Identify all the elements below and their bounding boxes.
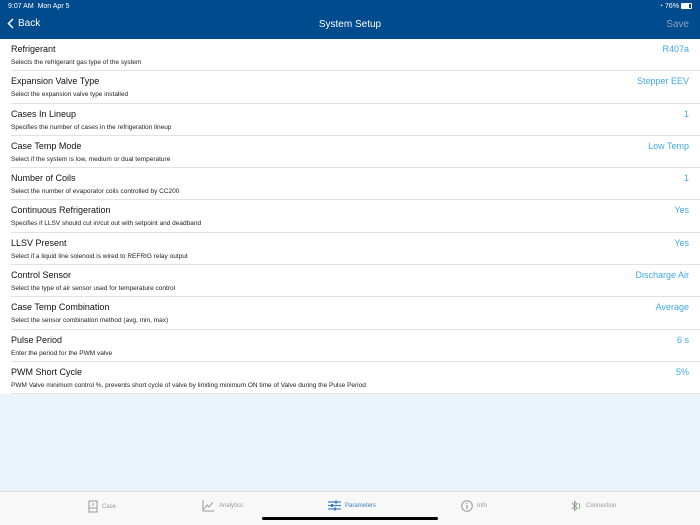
parameter-row[interactable]: LLSV Present Select if a liquid line sole…: [0, 233, 700, 266]
parameter-row[interactable]: Case Temp Mode Select if the system is lo…: [0, 136, 700, 169]
parameter-row[interactable]: Continuous Refrigeration Specifies if LLS…: [0, 200, 700, 234]
parameter-label: Pulse Period: [11, 334, 63, 345]
status-date: Mon Apr 5: [37, 3, 70, 10]
parameter-list: Refrigerant Selects the refrigerant gas t…: [0, 39, 700, 395]
header: 9:07 AM Mon Apr 5 ◔ 76% Back System Setu…: [0, 0, 700, 39]
case-icon: [88, 500, 98, 513]
parameter-description: Select the sensor combination method (av…: [11, 317, 169, 325]
parameter-label: Case Temp Combination: [11, 302, 110, 313]
parameter-label: Case Temp Mode: [11, 140, 82, 151]
page-title: System Setup: [318, 19, 382, 30]
parameter-label: Number of Coils: [11, 173, 76, 184]
save-button[interactable]: Save: [666, 19, 689, 30]
parameter-row[interactable]: Expansion Valve Type Select the expansion…: [0, 71, 700, 104]
tab-case[interactable]: Case: [88, 500, 116, 513]
tab-analytics[interactable]: Analytics: [202, 500, 243, 512]
tab-label: Parameters: [345, 502, 377, 509]
home-indicator: [262, 517, 438, 520]
parameter-value[interactable]: Discharge Air: [635, 270, 689, 280]
tab-label: Info: [477, 503, 488, 509]
parameter-value[interactable]: Yes: [674, 205, 689, 215]
tab-label: Connection: [586, 503, 617, 509]
bluetooth-icon: [571, 500, 581, 512]
battery-icon: [681, 3, 692, 10]
sliders-icon: [328, 500, 341, 511]
tab-info[interactable]: Info: [461, 500, 487, 512]
analytics-icon: [202, 500, 214, 512]
parameter-value[interactable]: Yes: [674, 238, 689, 248]
parameter-row[interactable]: Cases In Lineup Specifies the number of c…: [0, 104, 700, 137]
battery-level: 76%: [665, 3, 680, 10]
parameter-row[interactable]: PWM Short Cycle PWM Valve minimum control…: [0, 362, 700, 395]
parameter-description: PWM Valve minimum control %, prevents sh…: [11, 381, 366, 389]
parameter-description: Select the type of air sensor used for t…: [11, 285, 176, 293]
parameter-description: Enter the period for the PWM valve: [11, 349, 113, 357]
tab-label: Case: [102, 503, 117, 510]
tab-label: Analytics: [219, 503, 244, 509]
parameter-label: PWM Short Cycle: [11, 366, 83, 377]
tab-parameters[interactable]: Parameters: [328, 500, 376, 511]
parameter-value[interactable]: Stepper EEV: [637, 76, 689, 86]
parameter-row[interactable]: Pulse Period Enter the period for the PWM…: [0, 330, 700, 363]
parameter-value[interactable]: Average: [656, 302, 689, 312]
wifi-icon: ◔: [658, 3, 664, 10]
parameter-value[interactable]: 1: [684, 173, 689, 183]
parameter-description: Specifies the number of cases in the ref…: [11, 123, 172, 131]
parameter-description: Select if the system is low, medium or d…: [11, 155, 171, 163]
tab-connection[interactable]: Connection: [570, 500, 616, 512]
parameter-label: Refrigerant: [11, 44, 56, 54]
parameter-value[interactable]: Low Temp: [648, 141, 689, 151]
info-icon: [461, 500, 473, 512]
parameter-value[interactable]: 5%: [676, 367, 689, 377]
parameter-row[interactable]: Case Temp Combination Select the sensor c…: [0, 297, 700, 330]
parameter-label: Cases In Lineup: [11, 108, 77, 119]
parameter-row[interactable]: Refrigerant Selects the refrigerant gas t…: [0, 39, 700, 72]
parameter-value[interactable]: 6 s: [677, 335, 689, 345]
parameter-row[interactable]: Control Sensor Select the type of air sen…: [0, 265, 700, 298]
parameter-value[interactable]: R407a: [662, 44, 689, 54]
parameter-label: LLSV Present: [11, 237, 67, 248]
parameter-label: Control Sensor: [11, 270, 72, 281]
parameter-description: Select the expansion valve type installe…: [11, 91, 129, 99]
status-bar: 9:07 AM Mon Apr 5 ◔ 76%: [0, 0, 700, 14]
parameter-label: Expansion Valve Type: [11, 76, 100, 87]
parameter-label: Continuous Refrigeration: [11, 205, 111, 216]
parameter-description: Selects the refrigerant gas type of the …: [11, 59, 142, 66]
parameter-description: Select the number of evaporator coils co…: [11, 188, 180, 196]
parameter-value[interactable]: 1: [684, 109, 689, 119]
parameter-row[interactable]: Number of Coils Select the number of evap…: [0, 168, 700, 201]
status-time: 9:07 AM: [8, 3, 34, 10]
parameter-description: Select if a liquid line solenoid is wire…: [11, 252, 188, 260]
parameter-description: Specifies if LLSV should cut in/cut out …: [11, 220, 202, 228]
